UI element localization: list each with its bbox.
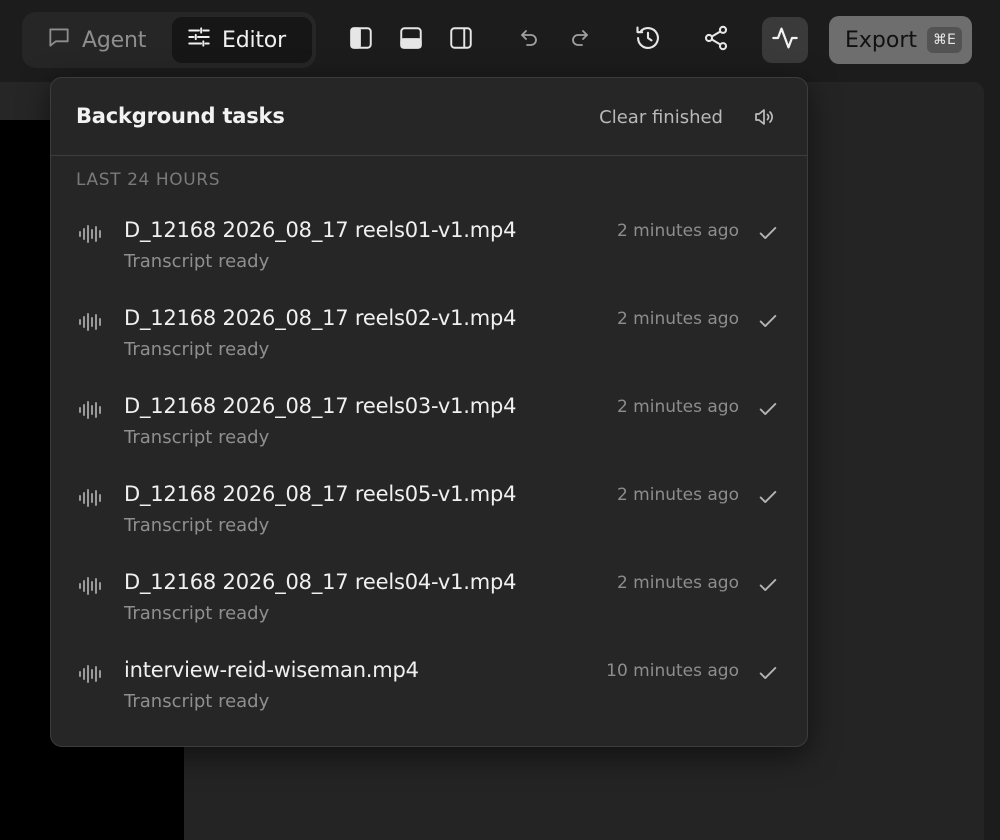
task-filename: D_12168 2026_08_17 reels03-v1.mp4 [124, 394, 517, 418]
task-filename: D_12168 2026_08_17 reels05-v1.mp4 [124, 482, 517, 506]
task-status: Transcript ready [124, 691, 270, 712]
panel-bottom-icon [398, 25, 424, 55]
audio-waveform-icon [79, 489, 101, 507]
task-status: Transcript ready [124, 251, 270, 272]
export-label: Export [845, 27, 918, 53]
clear-finished-button[interactable]: Clear finished [599, 107, 723, 128]
mode-switch: Agent Editor [22, 12, 316, 68]
task-list: D_12168 2026_08_17 reels01-v1.mp4 Transc… [51, 210, 807, 738]
speaker-icon [752, 105, 776, 133]
check-icon [759, 227, 777, 239]
tab-agent-label: Agent [82, 27, 147, 53]
top-toolbar: Agent Editor Export ⌘E [0, 0, 1000, 82]
history-icon [634, 24, 662, 56]
history-button[interactable] [626, 18, 670, 62]
check-icon [759, 667, 777, 679]
tab-editor[interactable]: Editor [172, 17, 312, 63]
task-item[interactable]: D_12168 2026_08_17 reels05-v1.mp4 Transc… [51, 474, 807, 562]
task-status: Transcript ready [124, 339, 270, 360]
chat-bubble-icon [46, 24, 72, 56]
audio-waveform-icon [79, 577, 101, 595]
task-filename: D_12168 2026_08_17 reels01-v1.mp4 [124, 218, 517, 242]
popover-title: Background tasks [76, 104, 285, 128]
background-tasks-popover: Background tasks Clear finished LAST 24 … [50, 77, 808, 747]
audio-waveform-icon [79, 225, 101, 243]
undo-button[interactable] [507, 18, 551, 62]
export-shortcut: ⌘E [927, 27, 962, 53]
share-button[interactable] [694, 18, 738, 62]
check-icon [759, 579, 777, 591]
tab-editor-label: Editor [222, 27, 286, 53]
share-icon [702, 24, 730, 56]
check-icon [759, 491, 777, 503]
activity-button[interactable] [762, 17, 808, 63]
task-time: 2 minutes ago [616, 221, 739, 241]
sidebar-right-icon [448, 25, 474, 55]
sidebar-left-icon [348, 25, 374, 55]
task-item[interactable]: interview-reid-wiseman.mp4 Transcript re… [51, 650, 807, 738]
task-filename: D_12168 2026_08_17 reels02-v1.mp4 [124, 306, 517, 330]
bottom-panel-toggle[interactable] [389, 18, 433, 62]
export-button[interactable]: Export ⌘E [829, 16, 972, 64]
task-item[interactable]: D_12168 2026_08_17 reels01-v1.mp4 Transc… [51, 210, 807, 298]
sound-toggle-button[interactable] [751, 106, 777, 132]
section-label-last-24-hours: LAST 24 HOURS [76, 170, 221, 190]
task-filename: interview-reid-wiseman.mp4 [124, 658, 419, 682]
sliders-icon [186, 24, 212, 56]
undo-icon [517, 26, 541, 54]
left-panel-toggle[interactable] [339, 18, 383, 62]
check-icon [759, 403, 777, 415]
task-item[interactable]: D_12168 2026_08_17 reels04-v1.mp4 Transc… [51, 562, 807, 650]
task-time: 2 minutes ago [616, 397, 739, 417]
redo-button[interactable] [558, 18, 602, 62]
task-status: Transcript ready [124, 515, 270, 536]
task-time: 2 minutes ago [616, 309, 739, 329]
task-status: Transcript ready [124, 427, 270, 448]
tab-agent[interactable]: Agent [32, 17, 172, 63]
task-time: 10 minutes ago [606, 661, 739, 681]
task-filename: D_12168 2026_08_17 reels04-v1.mp4 [124, 570, 517, 594]
audio-waveform-icon [79, 313, 101, 331]
task-item[interactable]: D_12168 2026_08_17 reels03-v1.mp4 Transc… [51, 386, 807, 474]
audio-waveform-icon [79, 665, 101, 683]
activity-icon [771, 24, 799, 56]
check-icon [759, 315, 777, 327]
redo-icon [568, 26, 592, 54]
audio-waveform-icon [79, 401, 101, 419]
right-panel-toggle[interactable] [439, 18, 483, 62]
popover-header: Background tasks Clear finished [51, 78, 807, 156]
task-status: Transcript ready [124, 603, 270, 624]
task-time: 2 minutes ago [616, 485, 739, 505]
task-item[interactable]: D_12168 2026_08_17 reels02-v1.mp4 Transc… [51, 298, 807, 386]
task-time: 2 minutes ago [616, 573, 739, 593]
